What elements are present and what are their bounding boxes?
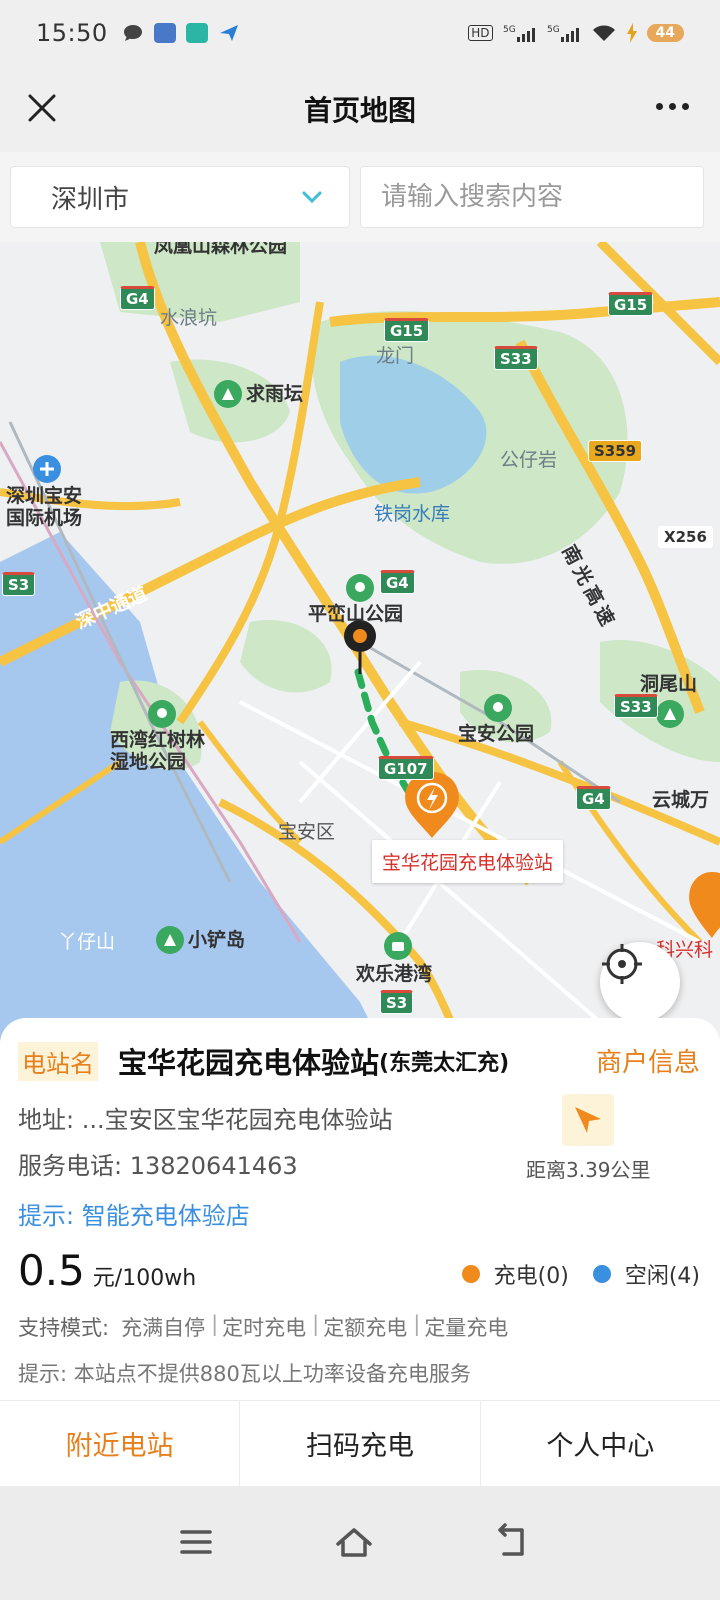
park-icon: [484, 694, 512, 722]
mode-item: 充满自停: [121, 1316, 206, 1340]
road-shield: G15: [384, 318, 430, 342]
city-selector[interactable]: 深圳市: [10, 166, 350, 228]
road-shield: X256: [658, 526, 713, 548]
search-bar: 深圳市: [0, 152, 720, 242]
station-map-callout[interactable]: 宝华花园充电体验站: [372, 840, 564, 883]
charging-dot-icon: [461, 1265, 480, 1283]
park-icon: [656, 700, 684, 728]
road-shield: S3: [2, 572, 36, 596]
city-label: 深圳市: [51, 184, 130, 215]
map-label: 宝安公园: [458, 723, 535, 745]
tab-nearby-stations[interactable]: 附近电站: [0, 1401, 241, 1486]
road-shield: S33: [614, 694, 658, 718]
map-label: 铁岗水库: [374, 503, 451, 525]
svg-text:5G: 5G: [503, 25, 516, 35]
back-icon[interactable]: [492, 1522, 532, 1562]
power-notice: 提示: 本站点不提供880瓦以上功率设备充电服务: [18, 1362, 471, 1386]
crosshair-icon: [602, 944, 642, 984]
road-shield: S33: [494, 346, 538, 370]
merchant-info-link[interactable]: 商户信息: [596, 1042, 700, 1079]
chat-icon: [123, 25, 142, 41]
camera-icon: [384, 932, 412, 960]
svg-text:5G: 5G: [547, 25, 560, 35]
map-label: 欢乐港湾: [356, 963, 433, 985]
map-label: 洞尾山: [640, 673, 698, 695]
road-shield: G4: [576, 786, 611, 810]
wifi-icon: [592, 25, 615, 41]
locate-button[interactable]: [600, 942, 680, 1022]
signal-icon-2: 5G: [547, 25, 579, 42]
map-label: 凤凰山森林公园: [154, 242, 288, 257]
map-label: 深圳宝安 国际机场: [6, 485, 83, 529]
service-phone[interactable]: 服务电话: 13820641463: [18, 1146, 298, 1181]
mode-item: 定额充电: [323, 1316, 408, 1340]
home-icon[interactable]: [334, 1522, 374, 1562]
price-value: 0.5: [18, 1246, 85, 1295]
bottom-tab-bar: 附近电站 扫码充电 个人中心: [0, 1400, 720, 1486]
system-status-icons: HD 5G 5G 44: [468, 23, 684, 43]
tab-personal-center[interactable]: 个人中心: [481, 1401, 720, 1486]
notification-icons: [122, 23, 240, 43]
app-header: 首页地图: [0, 66, 720, 152]
map-label: 小铲岛: [188, 929, 246, 951]
supported-modes: 支持模式: 充满自停 | 定时充电 | 定额充电 | 定量充电: [18, 1312, 509, 1340]
tab-scan-charge[interactable]: 扫码充电: [240, 1401, 481, 1486]
park-icon: [214, 380, 242, 408]
mode-item: 定量充电: [424, 1316, 509, 1340]
station-subname: (东莞太汇充): [379, 1051, 510, 1076]
menu-icon[interactable]: [176, 1522, 216, 1562]
price-unit: 元/100wh: [92, 1266, 197, 1291]
station-distance: 距离3.39公里: [526, 1158, 651, 1182]
map-label: 求雨坛: [246, 383, 304, 405]
status-bar: 15:50 HD 5G 5G 44: [0, 0, 720, 66]
road-shield: G107: [378, 756, 434, 780]
battery-level: 44: [646, 24, 684, 42]
park-icon: [148, 700, 176, 728]
system-nav-bar: [0, 1486, 720, 1600]
station-info-panel: 电站名 宝华花园充电体验站 (东莞太汇充) 商户信息 地址: ...宝安区宝华花…: [0, 1018, 720, 1402]
status-time: 15:50: [36, 19, 108, 47]
charging-count: 充电(0): [493, 1264, 569, 1289]
map-label: 平峦山公园: [308, 603, 404, 625]
road-shield: G4: [380, 570, 415, 594]
idle-dot-icon: [592, 1265, 611, 1283]
station-name-tag: 电站名: [18, 1041, 98, 1081]
map-label: 龙门: [376, 345, 415, 367]
mode-item: 定时充电: [222, 1316, 307, 1340]
map-label: 公仔岩: [500, 449, 558, 471]
map-base: [0, 242, 720, 1042]
road-shield: G4: [120, 286, 155, 310]
boss-app-icon: [185, 23, 208, 43]
map-label: 宝安区: [278, 821, 336, 843]
map-label: 云城万: [652, 789, 710, 811]
send-icon: [219, 25, 238, 41]
map-label: 丫仔山: [58, 931, 116, 953]
road-shield: G15: [608, 292, 654, 316]
signal-icon: 5G: [503, 25, 535, 42]
price-display: 0.5 元/100wh: [18, 1246, 196, 1295]
page-title: 首页地图: [303, 94, 416, 127]
road-shield: S3: [380, 990, 414, 1014]
road-shield: S359: [588, 440, 643, 462]
map-label: 西湾红树林 湿地公园: [110, 729, 206, 773]
station-address: 地址: ...宝安区宝华花园充电体验站: [18, 1106, 393, 1134]
more-menu-icon[interactable]: [656, 94, 696, 118]
app-notification-icon: [153, 23, 176, 43]
idle-count: 空闲(4): [624, 1264, 700, 1289]
charging-bolt-icon: [626, 23, 637, 43]
map-label: 水浪坑: [160, 307, 218, 329]
port-status-legend: 充电(0) 空闲(4): [438, 1258, 700, 1290]
modes-label: 支持模式:: [18, 1316, 110, 1340]
station-tip: 提示: 智能充电体验店: [18, 1202, 250, 1230]
close-icon[interactable]: [20, 86, 64, 130]
station-name: 宝华花园充电体验站: [118, 1046, 380, 1080]
chevron-down-icon: [302, 191, 322, 204]
hd-icon: HD: [468, 25, 493, 41]
park-icon: [156, 926, 184, 954]
map-view[interactable]: 凤凰山森林公园 水浪坑 求雨坛 龙门 公仔岩 铁岗水库 深圳宝安 国际机场 深中…: [0, 242, 720, 1042]
navigate-button[interactable]: [562, 1094, 614, 1146]
search-input[interactable]: [360, 166, 704, 228]
navigation-arrow-icon: [575, 1107, 601, 1133]
park-icon: [346, 574, 374, 602]
